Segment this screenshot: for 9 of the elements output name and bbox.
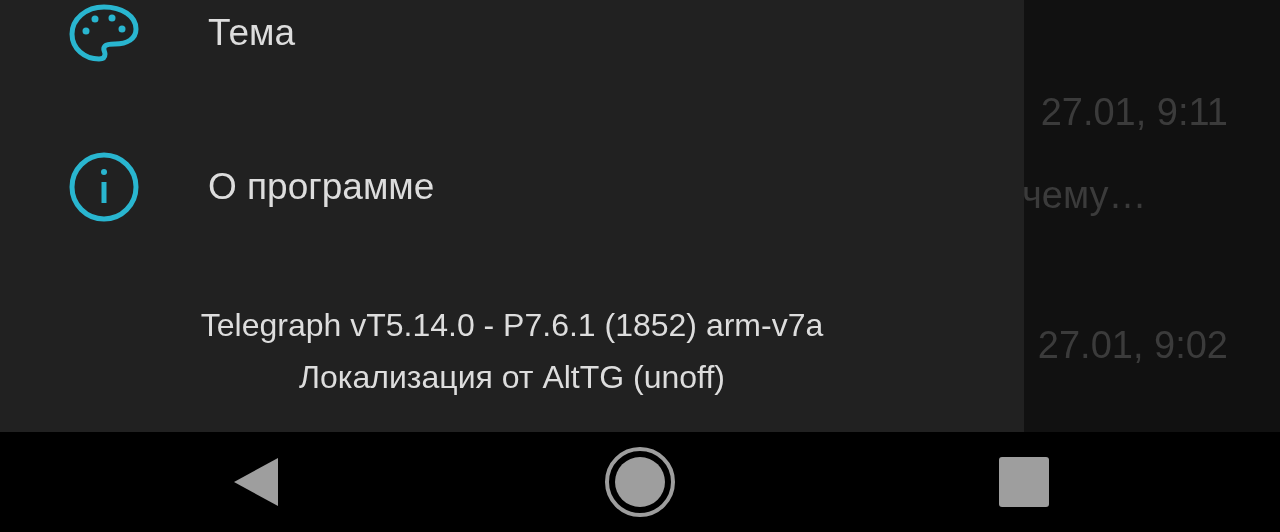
recents-icon[interactable] bbox=[998, 456, 1050, 508]
back-icon[interactable] bbox=[232, 456, 280, 508]
palette-icon bbox=[68, 3, 140, 63]
info-icon bbox=[68, 151, 140, 223]
home-icon[interactable] bbox=[604, 446, 676, 518]
version-text: Локализация от AltTG (unoff) bbox=[299, 358, 725, 397]
version-text: Telegraph vT5.14.0 - P7.6.1 (1852) arm-v7a bbox=[200, 306, 824, 345]
menu-item[interactable]: Тема bbox=[0, 0, 1024, 78]
menu-item[interactable]: О программе bbox=[0, 142, 1024, 232]
